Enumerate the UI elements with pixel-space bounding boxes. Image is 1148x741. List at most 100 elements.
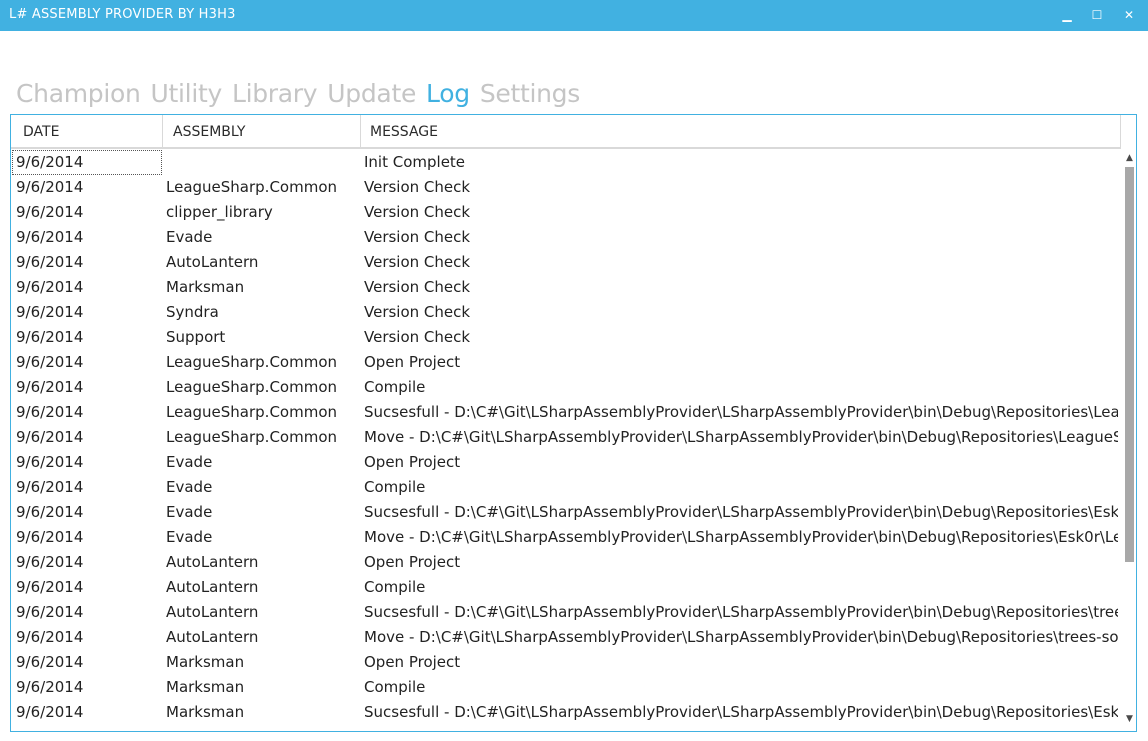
tab-log[interactable]: Log [426, 79, 470, 108]
cell-date: 9/6/2014 [16, 653, 84, 671]
column-header-date[interactable]: DATE [11, 115, 163, 147]
grid-header: DATE ASSEMBLY MESSAGE [11, 115, 1121, 149]
cell-date: 9/6/2014 [16, 253, 84, 271]
tab-champion[interactable]: Champion [16, 79, 141, 108]
cell-message: Version Check [364, 278, 471, 296]
table-row[interactable]: 9/6/2014 Syndra Version Check [11, 300, 1119, 325]
cell-assembly: LeagueSharp.Common [166, 403, 338, 421]
cell-message: Sucsesfull - D:\C#\Git\LSharpAssemblyPro… [364, 403, 1118, 421]
table-row[interactable]: 9/6/2014 AutoLantern Move - D:\C#\Git\LSha… [11, 625, 1119, 650]
cell-date: 9/6/2014 [16, 303, 84, 321]
cell-assembly: Support [166, 328, 226, 346]
column-header-assembly[interactable]: ASSEMBLY [163, 115, 361, 147]
vertical-scrollbar[interactable]: ▲ ▼ [1121, 150, 1136, 731]
cell-assembly: Marksman [166, 703, 245, 721]
scroll-up-icon[interactable]: ▲ [1124, 153, 1135, 164]
log-panel: DATE ASSEMBLY MESSAGE 9/6/2014 Init Compl… [10, 114, 1137, 732]
cell-assembly: Evade [166, 453, 213, 471]
cell-assembly: AutoLantern [166, 578, 259, 596]
cell-assembly: LeagueSharp.Common [166, 378, 338, 396]
cell-date: 9/6/2014 [16, 453, 84, 471]
table-row[interactable]: 9/6/2014 LeagueSharp.Common Move - D:\C#\G… [11, 425, 1119, 450]
cell-message: Compile [364, 578, 426, 596]
cell-message: Version Check [364, 228, 471, 246]
cell-date: 9/6/2014 [16, 578, 84, 596]
table-row[interactable]: 9/6/2014 Evade Move - D:\C#\Git\LSharpAsse… [11, 525, 1119, 550]
cell-assembly: LeagueSharp.Common [166, 178, 338, 196]
cell-assembly: AutoLantern [166, 253, 259, 271]
cell-assembly: Syndra [166, 303, 219, 321]
table-row[interactable]: 9/6/2014 Evade Compile [11, 475, 1119, 500]
cell-date: 9/6/2014 [16, 628, 84, 646]
table-row[interactable]: 9/6/2014 LeagueSharp.Common Sucsesfull - D… [11, 400, 1119, 425]
cell-message: Compile [364, 478, 426, 496]
cell-date: 9/6/2014 [16, 503, 84, 521]
cell-date: 9/6/2014 [16, 178, 84, 196]
cell-assembly: AutoLantern [166, 628, 259, 646]
cell-message: Move - D:\C#\Git\LSharpAssemblyProvider\… [364, 528, 1118, 546]
maximize-icon[interactable]: ☐ [1085, 3, 1109, 27]
table-row[interactable]: 9/6/2014 AutoLantern Open Project [11, 550, 1119, 575]
table-row[interactable]: 9/6/2014 LeagueSharp.Common Version Check [11, 175, 1119, 200]
cell-assembly: Evade [166, 478, 213, 496]
cell-message: Version Check [364, 303, 471, 321]
table-row[interactable]: 9/6/2014 Evade Open Project [11, 450, 1119, 475]
table-row[interactable]: 9/6/2014 Support Version Check [11, 325, 1119, 350]
cell-message: Version Check [364, 328, 471, 346]
table-row[interactable]: 9/6/2014 Marksman Compile [11, 675, 1119, 700]
title-bar[interactable]: L# ASSEMBLY PROVIDER BY H3H3 ▁ ☐ ✕ [0, 0, 1148, 31]
table-row[interactable]: 9/6/2014 clipper_library Version Check [11, 200, 1119, 225]
cell-date: 9/6/2014 [16, 528, 84, 546]
cell-date: 9/6/2014 [16, 553, 84, 571]
cell-assembly: clipper_library [166, 203, 273, 221]
cell-assembly: Evade [166, 528, 213, 546]
cell-assembly: Marksman [166, 653, 245, 671]
tab-settings[interactable]: Settings [480, 79, 580, 108]
cell-assembly: AutoLantern [166, 603, 259, 621]
table-row[interactable]: 9/6/2014 Marksman Open Project [11, 650, 1119, 675]
table-row[interactable]: 9/6/2014 Init Complete [11, 150, 1119, 175]
tab-update[interactable]: Update [327, 79, 416, 108]
cell-date: 9/6/2014 [16, 703, 84, 721]
table-row[interactable]: 9/6/2014 Evade Sucsesfull - D:\C#\Git\LSha… [11, 500, 1119, 525]
window-title: L# ASSEMBLY PROVIDER BY H3H3 [9, 7, 236, 22]
table-row[interactable]: 9/6/2014 LeagueSharp.Common Open Project [11, 350, 1119, 375]
cell-date: 9/6/2014 [16, 603, 84, 621]
cell-message: Compile [364, 378, 426, 396]
cell-assembly: AutoLantern [166, 553, 259, 571]
cell-message: Open Project [364, 653, 461, 671]
table-row[interactable]: 9/6/2014 Marksman Sucsesfull - D:\C#\Git\L… [11, 700, 1119, 725]
table-row[interactable]: 9/6/2014 AutoLantern Compile [11, 575, 1119, 600]
cell-assembly: Evade [166, 228, 213, 246]
cell-assembly: Marksman [166, 678, 245, 696]
cell-message: Compile [364, 678, 426, 696]
close-icon[interactable]: ✕ [1117, 3, 1141, 27]
cell-message: Version Check [364, 203, 471, 221]
cell-date: 9/6/2014 [16, 378, 84, 396]
cell-message: Version Check [364, 253, 471, 271]
cell-date: 9/6/2014 [16, 478, 84, 496]
scroll-down-icon[interactable]: ▼ [1124, 714, 1135, 725]
cell-date: 9/6/2014 [16, 678, 84, 696]
tab-utility[interactable]: Utility [151, 79, 223, 108]
tab-strip: Champion Utility Library Update Log Settings [16, 79, 590, 115]
tab-library[interactable]: Library [232, 79, 318, 108]
cell-date: 9/6/2014 [16, 278, 84, 296]
scroll-thumb[interactable] [1125, 167, 1134, 562]
cell-message: Version Check [364, 178, 471, 196]
cell-date: 9/6/2014 [16, 228, 84, 246]
cell-assembly: Evade [166, 503, 213, 521]
minimize-icon[interactable]: ▁ [1055, 3, 1079, 27]
cell-message: Open Project [364, 553, 461, 571]
scroll-track[interactable] [1123, 167, 1136, 715]
table-row[interactable]: 9/6/2014 Evade Version Check [11, 225, 1119, 250]
table-row[interactable]: 9/6/2014 AutoLantern Sucsesfull - D:\C#\Gi… [11, 600, 1119, 625]
cell-message: Init Complete [364, 153, 466, 171]
table-row[interactable]: 9/6/2014 Marksman Version Check [11, 275, 1119, 300]
table-row[interactable]: 9/6/2014 LeagueSharp.Common Compile [11, 375, 1119, 400]
cell-date: 9/6/2014 [16, 428, 84, 446]
cell-date: 9/6/2014 [12, 150, 162, 175]
column-header-message[interactable]: MESSAGE [361, 115, 1121, 147]
table-row[interactable]: 9/6/2014 AutoLantern Version Check [11, 250, 1119, 275]
cell-assembly: LeagueSharp.Common [166, 353, 338, 371]
